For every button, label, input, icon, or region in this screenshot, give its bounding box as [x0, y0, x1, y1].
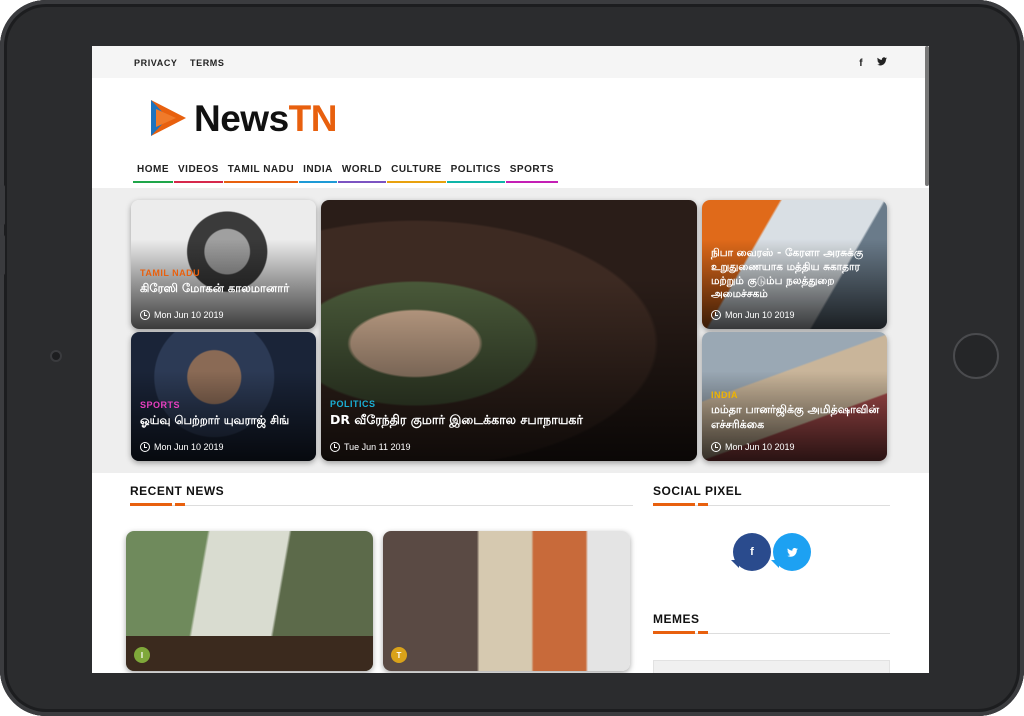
category-label[interactable]: SPORTS [140, 400, 308, 410]
site-logo[interactable]: NewsTN [194, 100, 337, 137]
volume-button [0, 235, 5, 275]
memes-title: MEMES [653, 612, 700, 626]
section-accent [653, 503, 695, 506]
browser-screen: PRIVACY TERMS f NewsTN HOME VIDEOS TAMIL… [92, 46, 929, 673]
tile-meta: நிபா வைரஸ் - கேரளா அரசுக்கு உறுதுணையாக ம… [711, 244, 879, 320]
article-date: Mon Jun 10 2019 [711, 442, 879, 452]
article-title[interactable]: நிபா வைரஸ் - கேரளா அரசுக்கு உறுதுணையாக ம… [711, 247, 879, 302]
clock-icon [711, 442, 721, 452]
article-date: Mon Jun 10 2019 [711, 310, 879, 320]
twitter-icon[interactable] [877, 57, 887, 69]
logo-tn: TN [288, 97, 338, 139]
category-label[interactable]: POLITICS [330, 399, 689, 409]
nav-home[interactable]: HOME [133, 158, 173, 183]
top-bar: PRIVACY TERMS f [92, 46, 929, 78]
camera-icon [50, 350, 62, 362]
top-links: PRIVACY TERMS [134, 53, 233, 71]
clock-icon [140, 310, 150, 320]
nav-world[interactable]: WORLD [337, 158, 387, 183]
section-accent [130, 503, 172, 506]
hero-tile[interactable]: INDIA மம்தா பானர்ஜிக்கு அமித்ஷாவின் எச்ச… [702, 332, 887, 461]
article-date: Mon Jun 10 2019 [140, 442, 308, 452]
terms-link[interactable]: TERMS [190, 58, 225, 68]
facebook-icon: f [750, 546, 754, 558]
logo-news: News [194, 97, 289, 139]
article-title[interactable]: ஓய்வு பெற்றார் யுவராஜ் சிங் [140, 413, 308, 428]
facebook-bubble[interactable]: f [731, 533, 771, 571]
tile-meta: INDIA மம்தா பானர்ஜிக்கு அமித்ஷாவின் எச்ச… [711, 390, 879, 452]
hero-tile[interactable]: TAMIL NADU கிரேஸி மோகன் காலமானார் Mon Ju… [131, 200, 316, 329]
hero-tile[interactable]: SPORTS ஓய்வு பெற்றார் யுவராஜ் சிங் Mon J… [131, 332, 316, 461]
soil-strip [126, 636, 373, 671]
tile-meta: SPORTS ஓய்வு பெற்றார் யுவராஜ் சிங் Mon J… [140, 400, 308, 452]
nav-culture[interactable]: CULTURE [387, 158, 446, 183]
tile-meta: TAMIL NADU கிரேஸி மோகன் காலமானார் Mon Ju… [140, 268, 308, 320]
clock-icon [140, 442, 150, 452]
section-accent [698, 631, 708, 634]
section-accent [698, 503, 708, 506]
category-label[interactable]: TAMIL NADU [140, 268, 308, 278]
date-text: Mon Jun 10 2019 [154, 442, 224, 452]
clock-icon [711, 310, 721, 320]
scrollbar[interactable] [925, 46, 929, 186]
nav-tamil-nadu[interactable]: TAMIL NADU [223, 158, 299, 183]
category-badge[interactable]: I [134, 647, 150, 663]
article-title[interactable]: DR வீரேந்திர குமார் இடைக்கால சபாநாயகர் [330, 412, 689, 428]
main-nav: HOME VIDEOS TAMIL NADU INDIA WORLD CULTU… [92, 158, 929, 188]
tablet-frame: PRIVACY TERMS f NewsTN HOME VIDEOS TAMIL… [0, 0, 1024, 716]
recent-news-title: RECENT NEWS [130, 484, 225, 498]
meme-item[interactable] [653, 660, 890, 673]
nav-politics[interactable]: POLITICS [446, 158, 505, 183]
hero-tile-featured[interactable]: POLITICS DR வீரேந்திர குமார் இடைக்கால சப… [321, 200, 697, 461]
hero-tile[interactable]: நிபா வைரஸ் - கேரளா அரசுக்கு உறுதுணையாக ம… [702, 200, 887, 329]
home-button[interactable] [953, 333, 999, 379]
section-accent [653, 631, 695, 634]
date-text: Tue Jun 11 2019 [344, 442, 411, 452]
nav-sports[interactable]: SPORTS [505, 158, 558, 183]
tile-meta: POLITICS DR வீரேந்திர குமார் இடைக்கால சப… [330, 399, 689, 452]
date-text: Mon Jun 10 2019 [154, 310, 224, 320]
article-date: Tue Jun 11 2019 [330, 442, 689, 452]
date-text: Mon Jun 10 2019 [725, 310, 795, 320]
recent-news-card[interactable]: T [383, 531, 630, 671]
top-social: f [849, 53, 887, 71]
logo-row: NewsTN [92, 78, 929, 158]
date-text: Mon Jun 10 2019 [725, 442, 795, 452]
section-accent [175, 503, 185, 506]
nav-india[interactable]: INDIA [299, 158, 337, 183]
category-badge[interactable]: T [391, 647, 407, 663]
nav-videos[interactable]: VIDEOS [174, 158, 223, 183]
clock-icon [330, 442, 340, 452]
social-pixel-title: SOCIAL PIXEL [653, 484, 743, 498]
privacy-link[interactable]: PRIVACY [134, 58, 178, 68]
volume-button [0, 185, 5, 225]
category-label[interactable]: INDIA [711, 390, 879, 400]
hero-grid: TAMIL NADU கிரேஸி மோகன் காலமானார் Mon Ju… [92, 188, 929, 473]
article-title[interactable]: மம்தா பானர்ஜிக்கு அமித்ஷாவின் எச்சரிக்கை [711, 403, 879, 432]
article-title[interactable]: கிரேஸி மோகன் காலமானார் [140, 281, 308, 296]
facebook-icon[interactable]: f [859, 58, 862, 69]
recent-news-card[interactable]: I [126, 531, 373, 671]
article-date: Mon Jun 10 2019 [140, 310, 308, 320]
twitter-icon [786, 547, 798, 557]
play-triangle-logo[interactable] [148, 98, 188, 138]
twitter-bubble[interactable] [771, 533, 811, 571]
article-image [383, 531, 630, 671]
section-divider [130, 505, 633, 506]
